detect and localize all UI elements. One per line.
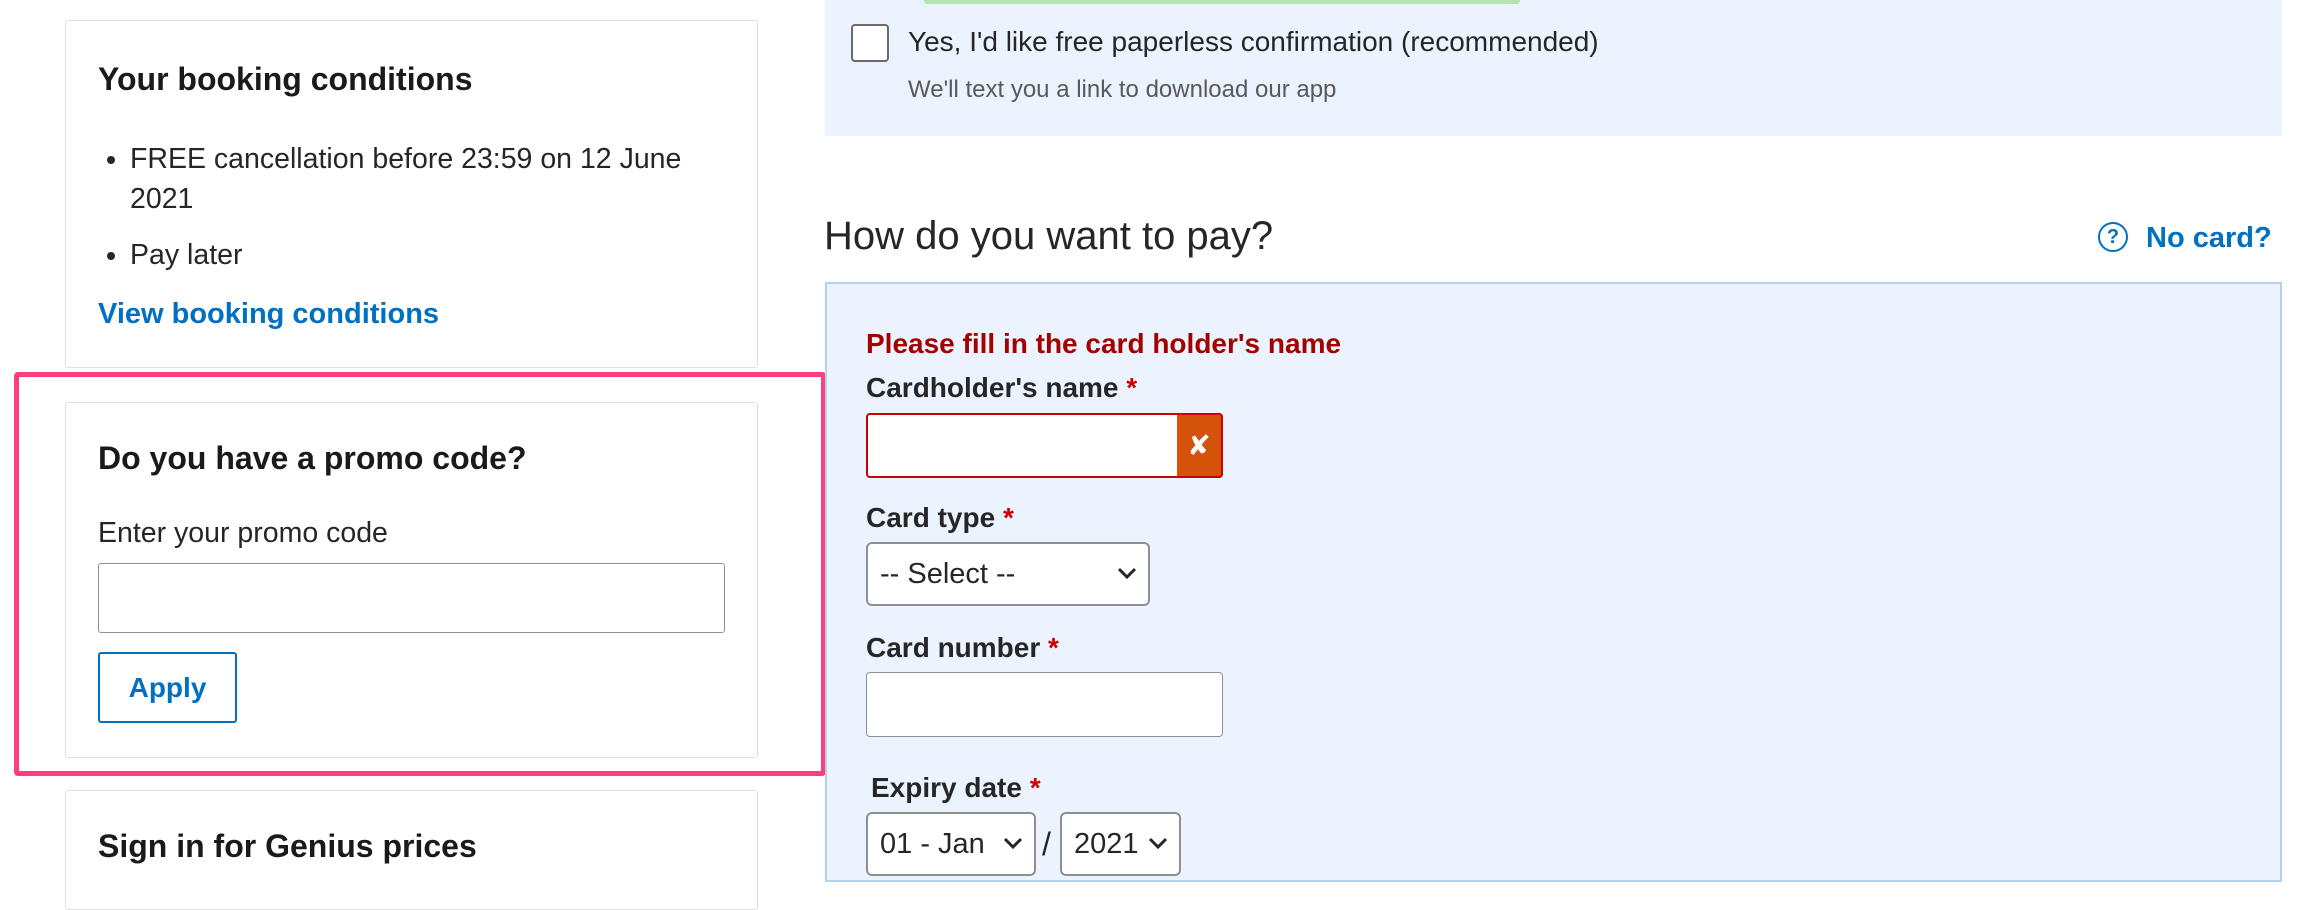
cardholder-error-message: Please fill in the card holder's name [866,328,1342,359]
card-number-label: Card number * [866,632,1059,664]
expiry-separator: / [1042,826,1051,862]
list-item: Pay later [130,235,730,275]
required-mark: * [1002,502,1014,533]
payment-title: How do you want to pay? [824,214,1274,258]
expiry-month-selected-value: 01 - Jan [880,828,985,860]
chevron-down-icon [1002,814,1024,897]
expiry-date-label-text: Expiry date [871,772,1022,803]
genius-title: Sign in for Genius prices [98,828,477,864]
view-booking-conditions-link[interactable]: View booking conditions [98,298,439,331]
success-bar [924,0,1520,4]
paperless-label[interactable]: Yes, I'd like free paperless confirmatio… [908,26,1599,58]
expiry-month-select[interactable]: 01 - Jan [866,812,1036,876]
cardholder-label-text: Cardholder's name [866,372,1119,403]
booking-conditions-list: FREE cancellation before 23:59 on 12 Jun… [98,139,730,291]
booking-conditions-card: Your booking conditions FREE cancellatio… [65,20,758,368]
paperless-section [825,0,2282,136]
card-number-input[interactable] [866,672,1223,737]
question-circle-icon[interactable]: ? [2098,222,2128,252]
chevron-down-icon [1147,814,1169,897]
card-number-label-text: Card number [866,632,1041,663]
cardholder-label: Cardholder's name * [866,372,1137,404]
list-item: FREE cancellation before 23:59 on 12 Jun… [130,139,730,219]
required-mark: * [1048,632,1059,663]
chevron-down-icon [1116,544,1138,627]
card-type-select[interactable]: -- Select -- [866,542,1150,606]
booking-conditions-title: Your booking conditions [98,61,473,97]
error-x-icon: ✘ [1177,413,1223,478]
expiry-year-select[interactable]: 2021 [1060,812,1181,876]
highlight-frame [14,372,826,776]
card-type-label-text: Card type [866,502,996,533]
paperless-hint: We'll text you a link to download our ap… [908,76,1337,103]
card-type-selected-value: -- Select -- [880,558,1016,590]
required-mark: * [1126,372,1138,403]
expiry-year-selected-value: 2021 [1074,828,1139,860]
no-card-link[interactable]: No card? [2146,222,2272,255]
expiry-date-label: Expiry date * [871,772,1041,804]
genius-card: Sign in for Genius prices [65,790,758,910]
paperless-checkbox[interactable] [851,24,889,62]
card-type-label: Card type * [866,502,1014,534]
cardholder-name-input[interactable] [866,413,1223,478]
required-mark: * [1029,772,1041,803]
